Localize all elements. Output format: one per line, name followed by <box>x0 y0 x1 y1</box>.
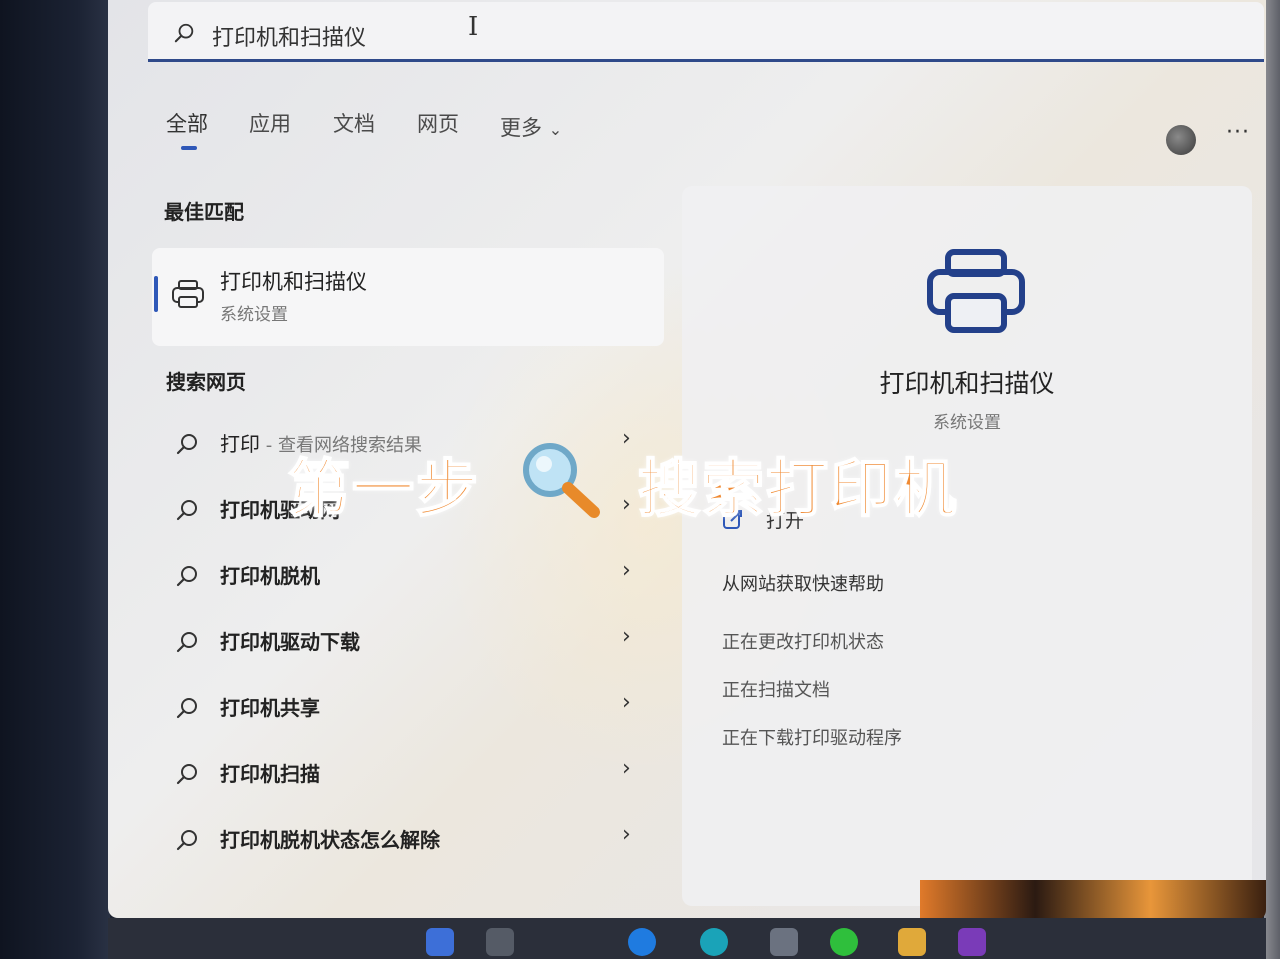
browser-icon[interactable] <box>700 928 728 956</box>
list-item[interactable]: 打印机驱动下载 › <box>168 622 648 662</box>
web-item-text: 打印机脱机状态怎么解除 <box>220 828 440 852</box>
printer-icon <box>927 249 1025 333</box>
action-quick-help[interactable]: 从网站获取快速帮助 <box>722 570 884 596</box>
search-icon <box>176 830 197 851</box>
screen-bezel-right <box>1264 0 1280 959</box>
best-match-result[interactable]: 打印机和扫描仪 系统设置 <box>152 248 664 346</box>
avatar[interactable] <box>1166 125 1196 155</box>
chevron-right-icon: › <box>622 756 631 781</box>
search-icon <box>176 764 197 785</box>
chevron-right-icon: › <box>622 558 631 583</box>
wechat-icon[interactable] <box>830 928 858 956</box>
chevron-right-icon: › <box>622 822 631 847</box>
chevron-right-icon: › <box>622 492 631 517</box>
web-item-text: 打印机驱动下载 <box>220 630 360 654</box>
overlay-search-printer-label: 搜索打印机 <box>637 451 959 526</box>
search-taskbar-icon[interactable] <box>486 928 514 956</box>
tab-documents[interactable]: 文档 <box>333 108 375 138</box>
magnifier-emoji-icon <box>523 443 600 518</box>
text-cursor: I <box>468 12 479 42</box>
tab-more-label: 更多 <box>500 116 542 140</box>
detail-subtitle: 系统设置 <box>933 413 1001 433</box>
printer-icon <box>172 280 204 308</box>
list-item[interactable]: 打印机扫描 › <box>168 754 648 794</box>
active-tab-indicator <box>181 146 197 150</box>
web-item-text: 打印机扫描 <box>220 762 320 786</box>
taskbar <box>108 918 1266 959</box>
web-search-heading: 搜索网页 <box>166 370 246 394</box>
search-icon <box>176 566 197 587</box>
chevron-right-icon: › <box>622 690 631 715</box>
search-input[interactable]: 打印机和扫描仪 <box>212 20 366 52</box>
more-options-icon[interactable]: ··· <box>1226 120 1250 145</box>
search-bar[interactable]: 打印机和扫描仪 I <box>148 2 1264 62</box>
web-item-text: 打印机脱机 <box>220 564 320 588</box>
wallpaper-peek <box>920 880 1266 920</box>
search-icon <box>174 23 194 43</box>
selection-accent <box>154 276 158 312</box>
best-match-subtitle: 系统设置 <box>220 305 288 325</box>
action-download-driver[interactable]: 正在下载打印驱动程序 <box>722 724 902 750</box>
tab-more[interactable]: 更多 ⌄ <box>500 112 562 142</box>
web-item-text: 打印机共享 <box>220 696 320 720</box>
action-change-printer-status[interactable]: 正在更改打印机状态 <box>722 628 884 654</box>
search-icon <box>176 500 197 521</box>
app-icon[interactable] <box>770 928 798 956</box>
overlay-step-label: 第一步 <box>287 451 481 526</box>
search-icon <box>176 632 197 653</box>
chevron-right-icon: › <box>622 426 631 451</box>
tab-apps[interactable]: 应用 <box>249 108 291 138</box>
detail-title: 打印机和扫描仪 <box>879 369 1055 398</box>
best-match-heading: 最佳匹配 <box>164 200 244 224</box>
list-item[interactable]: 打印机脱机状态怎么解除 › <box>168 820 648 860</box>
list-item[interactable]: 打印机脱机 › <box>168 556 648 596</box>
tab-web[interactable]: 网页 <box>417 108 459 138</box>
folder-icon[interactable] <box>898 928 926 956</box>
onenote-icon[interactable] <box>958 928 986 956</box>
chevron-down-icon: ⌄ <box>548 120 563 139</box>
screen-bezel-left <box>0 0 110 959</box>
action-scan-document[interactable]: 正在扫描文档 <box>722 676 830 702</box>
detail-pane: 打印机和扫描仪 系统设置 打开 从网站获取快速帮助 正在更改打印机状态 正在扫描… <box>682 186 1252 906</box>
tab-all[interactable]: 全部 <box>166 108 208 138</box>
chevron-right-icon: › <box>622 624 631 649</box>
search-icon <box>176 698 197 719</box>
edge-icon[interactable] <box>628 928 656 956</box>
search-icon <box>176 434 197 455</box>
best-match-title: 打印机和扫描仪 <box>220 270 367 294</box>
web-item-text: 打印 <box>220 432 260 456</box>
list-item[interactable]: 打印机共享 › <box>168 688 648 728</box>
start-icon[interactable] <box>426 928 454 956</box>
